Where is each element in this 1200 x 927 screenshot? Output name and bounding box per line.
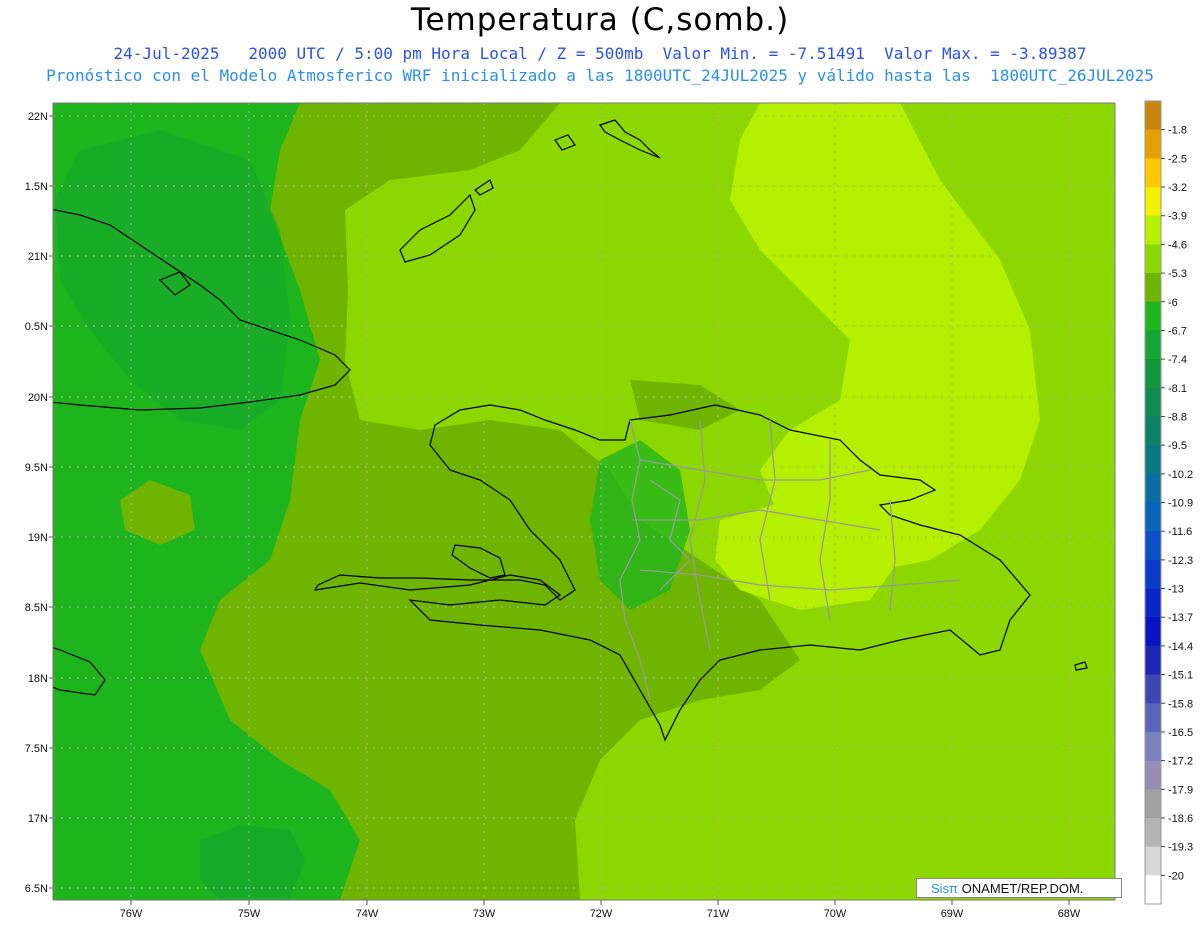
colorbar-swatch <box>1145 502 1161 532</box>
colorbar-label: -6.7 <box>1168 325 1187 337</box>
colorbar-label: -13.7 <box>1168 612 1193 624</box>
colorbar-swatch <box>1145 645 1161 676</box>
colorbar-swatch <box>1145 129 1161 159</box>
colorbar-swatch <box>1145 817 1161 848</box>
colorbar-swatch <box>1145 215 1161 245</box>
colorbar-label: -11.6 <box>1168 526 1192 538</box>
lat-label: 6.5N <box>25 883 48 895</box>
colorbar-label: -4.6 <box>1168 239 1187 251</box>
colorbar-swatch <box>1145 101 1161 131</box>
colorbar-swatch <box>1145 760 1161 790</box>
temperature-field <box>53 103 1115 900</box>
colorbar-label: -3.9 <box>1168 211 1187 223</box>
colorbar-label: -1.8 <box>1168 125 1187 137</box>
colorbar-swatch <box>1145 301 1161 331</box>
lon-label: 69W <box>941 908 964 920</box>
colorbar-label: -8.1 <box>1168 383 1187 395</box>
lon-label: 68W <box>1058 908 1081 920</box>
colorbar-swatch <box>1145 273 1161 303</box>
lat-label: 7.5N <box>25 743 48 755</box>
colorbar-swatch <box>1145 588 1161 618</box>
colorbar-label: -16.5 <box>1168 727 1193 739</box>
colorbar: -1.8 -2.5 -3.2 -3.9 -4.6 -5.3 -6 -6.7 -7.4 -8.1 -8… <box>1144 100 1193 905</box>
colorbar-label: -3.2 <box>1168 182 1187 194</box>
colorbar-label: -6 <box>1168 297 1178 309</box>
latitude-labels: 22N 1.5N 21N 0.5N 20N 9.5N 19N 8.5N 18N 7.5N 17N 6.… <box>25 111 53 895</box>
colorbar-swatch <box>1145 674 1161 704</box>
colorbar-swatch <box>1145 187 1161 217</box>
colorbar-label: -10.2 <box>1168 469 1193 481</box>
lat-label: 18N <box>28 673 48 685</box>
lat-label: 17N <box>28 813 48 825</box>
colorbar-swatch <box>1145 416 1161 446</box>
colorbar-label: -7.4 <box>1168 354 1187 366</box>
lat-label: 9.5N <box>25 462 48 474</box>
colorbar-label: -15.8 <box>1168 698 1193 710</box>
colorbar-swatch <box>1145 875 1161 905</box>
lat-label: 0.5N <box>25 321 48 333</box>
colorbar-label: -20 <box>1168 870 1184 882</box>
colorbar-swatch <box>1145 158 1161 188</box>
longitude-labels: 76W 75W 74W 73W 72W 71W 70W 69W 68W <box>120 900 1081 920</box>
temperature-map: 22N 1.5N 21N 0.5N 20N 9.5N 19N 8.5N 18N 7.5N 17N 6.… <box>25 100 1193 920</box>
lat-label: 19N <box>28 532 48 544</box>
credit-text: ONAMET/REP.DOM. <box>958 881 1084 896</box>
colorbar-label: -19.3 <box>1168 842 1193 854</box>
colorbar-swatch <box>1145 531 1161 561</box>
colorbar-swatch <box>1145 387 1161 417</box>
lat-label: 8.5N <box>25 602 48 614</box>
colorbar-label: -17.9 <box>1168 784 1193 796</box>
lon-label: 74W <box>356 908 379 920</box>
colorbar-swatch <box>1145 731 1161 762</box>
lon-label: 73W <box>473 908 496 920</box>
colorbar-swatch <box>1145 330 1161 360</box>
colorbar-label: -8.8 <box>1168 411 1187 423</box>
colorbar-swatch <box>1145 846 1161 876</box>
lat-label: 21N <box>28 251 48 263</box>
colorbar-swatch <box>1145 244 1161 274</box>
lat-label: 20N <box>28 392 48 404</box>
colorbar-swatch <box>1145 359 1161 389</box>
colorbar-label: -10.9 <box>1168 498 1193 510</box>
colorbar-swatch <box>1145 617 1161 647</box>
colorbar-swatch <box>1145 473 1161 503</box>
lat-label: 1.5N <box>25 181 48 193</box>
lon-label: 76W <box>120 908 143 920</box>
colorbar-label: -13 <box>1168 584 1184 596</box>
lon-label: 75W <box>238 908 261 920</box>
colorbar-swatch <box>1145 703 1161 733</box>
colorbar-swatch <box>1145 559 1161 590</box>
colorbar-label: -15.1 <box>1168 670 1193 682</box>
lat-label: 22N <box>28 111 48 123</box>
colorbar-label: -5.3 <box>1168 268 1187 280</box>
colorbar-swatch <box>1145 445 1161 475</box>
colorbar-label: -12.3 <box>1168 555 1193 567</box>
colorbar-label: -2.5 <box>1168 153 1187 165</box>
lon-label: 72W <box>590 908 613 920</box>
colorbar-swatch <box>1145 789 1161 819</box>
colorbar-label: -18.6 <box>1168 813 1193 825</box>
colorbar-label: -14.4 <box>1168 641 1193 653</box>
lon-label: 71W <box>707 908 730 920</box>
sis-logo: Sisπ <box>931 881 959 896</box>
lon-label: 70W <box>824 908 847 920</box>
colorbar-label: -17.2 <box>1168 756 1193 768</box>
credit-box: Sisπ ONAMET/REP.DOM. <box>916 878 1122 898</box>
colorbar-label: -9.5 <box>1168 440 1187 452</box>
